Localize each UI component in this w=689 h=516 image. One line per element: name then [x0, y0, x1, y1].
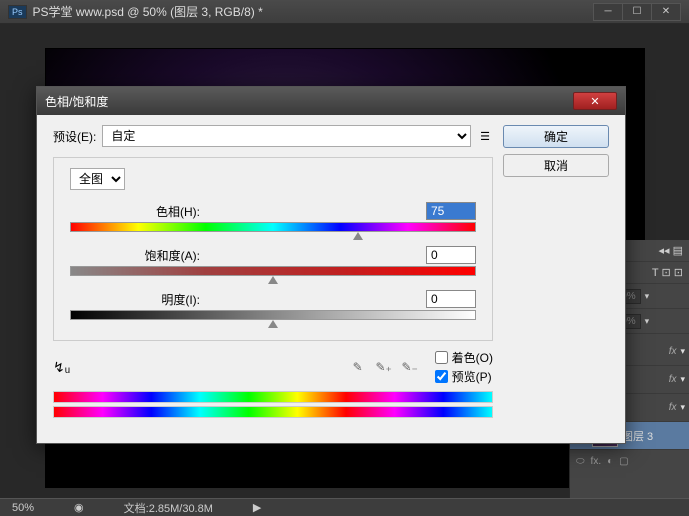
colorize-checkbox[interactable]: 着色(O): [435, 349, 493, 366]
lightness-input[interactable]: [426, 290, 476, 308]
slider-thumb[interactable]: [268, 276, 278, 284]
minimize-button[interactable]: ─: [593, 3, 623, 21]
hue-strip-bottom: [53, 406, 493, 418]
lightness-slider[interactable]: [70, 310, 476, 320]
folder-icon[interactable]: ▢: [619, 456, 628, 467]
doc-info: 文档:2.85M/30.8M: [124, 500, 213, 516]
preset-select[interactable]: 自定: [102, 125, 471, 147]
ok-button[interactable]: 确定: [503, 125, 609, 148]
dialog-titlebar[interactable]: 色相/饱和度 ✕: [37, 87, 625, 115]
scrub-icon[interactable]: ◉: [74, 501, 84, 514]
preset-row: 预设(E): 自定 ☰: [53, 125, 493, 147]
eyedropper-add-icon[interactable]: ✎₊: [375, 358, 393, 376]
lightness-label: 明度(I):: [70, 291, 200, 308]
mask-icon[interactable]: ◐: [607, 456, 613, 467]
main-titlebar: Ps PS学堂 www.psd @ 50% (图层 3, RGB/8) * ─ …: [0, 0, 689, 24]
layer-name: 图层 3: [622, 428, 653, 444]
slider-box: 全图 色相(H): 饱和度(A):: [53, 157, 493, 341]
hue-strip-top: [53, 391, 493, 403]
eyedropper-icon[interactable]: ✎: [349, 358, 367, 376]
saturation-label: 饱和度(A):: [70, 247, 200, 264]
preset-label: 预设(E):: [53, 128, 96, 145]
fx-badge: fx: [669, 374, 677, 385]
hue-strips: [53, 391, 493, 418]
maximize-button[interactable]: ☐: [622, 3, 652, 21]
slider-thumb[interactable]: [353, 232, 363, 240]
zoom-level[interactable]: 50%: [12, 502, 34, 514]
fx-badge: fx: [669, 346, 677, 357]
hue-saturation-dialog: 色相/饱和度 ✕ 预设(E): 自定 ☰ 全图: [36, 86, 626, 444]
close-button[interactable]: ✕: [651, 3, 681, 21]
hand-tool-icon[interactable]: ↯ᵤ: [53, 359, 70, 376]
chevron-down-icon[interactable]: ▾: [645, 291, 650, 302]
eyedropper-sub-icon[interactable]: ✎₋: [401, 358, 419, 376]
hue-label: 色相(H):: [70, 203, 200, 220]
layers-footer: ⬭ fx. ◐ ▢: [570, 454, 689, 469]
hue-input[interactable]: [426, 202, 476, 220]
slider-thumb[interactable]: [268, 320, 278, 328]
hue-slider[interactable]: [70, 222, 476, 232]
status-bar: 50% ◉ 文档:2.85M/30.8M ▶: [0, 498, 689, 516]
app-window: Ps PS学堂 www.psd @ 50% (图层 3, RGB/8) * ─ …: [0, 0, 689, 516]
saturation-slider[interactable]: [70, 266, 476, 276]
dialog-title: 色相/饱和度: [45, 93, 108, 110]
ps-icon: Ps: [8, 5, 27, 19]
play-icon[interactable]: ▶: [253, 501, 261, 514]
dialog-close-button[interactable]: ✕: [573, 92, 617, 110]
preview-checkbox[interactable]: 预览(P): [435, 368, 493, 385]
link-icon[interactable]: ⬭: [576, 456, 585, 467]
channel-select[interactable]: 全图: [70, 168, 125, 190]
fx-menu[interactable]: fx.: [591, 456, 602, 467]
saturation-input[interactable]: [426, 246, 476, 264]
cancel-button[interactable]: 取消: [503, 154, 609, 177]
fx-badge: fx: [669, 402, 677, 413]
preset-menu-icon[interactable]: ☰: [477, 128, 493, 144]
window-title: PS学堂 www.psd @ 50% (图层 3, RGB/8) *: [33, 3, 263, 20]
chevron-down-icon[interactable]: ▾: [645, 316, 650, 327]
tools-row: ↯ᵤ ✎ ✎₊ ✎₋ 着色(O) 预览(P): [53, 349, 493, 385]
